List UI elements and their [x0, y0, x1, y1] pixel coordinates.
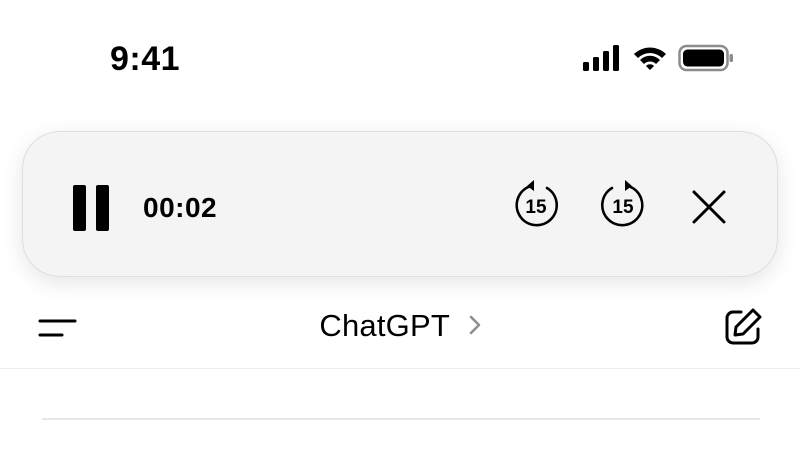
pause-icon-bar	[96, 185, 109, 231]
close-icon	[692, 190, 726, 224]
rewind-15-button[interactable]: 15	[511, 180, 561, 230]
new-chat-icon	[725, 308, 762, 345]
page-title: ChatGPT	[319, 308, 450, 343]
wifi-icon	[632, 45, 668, 71]
app-screen: 9:41 00:02 15 15 ChatGPT	[0, 0, 800, 450]
rewind-seconds-label: 15	[525, 197, 547, 218]
forward-15-button[interactable]: 15	[598, 180, 648, 230]
new-chat-button[interactable]	[722, 306, 764, 348]
pause-button[interactable]	[73, 185, 109, 231]
cellular-signal-icon	[582, 45, 622, 71]
chevron-right-icon	[469, 307, 481, 343]
content-divider	[42, 418, 760, 420]
status-icons	[582, 44, 734, 72]
nav-bar: ChatGPT	[0, 290, 800, 369]
status-time: 9:41	[110, 40, 181, 78]
battery-icon	[678, 44, 734, 72]
close-button[interactable]	[691, 189, 727, 225]
pause-icon	[73, 185, 86, 231]
elapsed-time: 00:02	[143, 192, 218, 223]
status-bar: 9:41	[0, 0, 800, 110]
forward-seconds-label: 15	[612, 197, 634, 218]
audio-player: 00:02 15 15	[22, 131, 778, 277]
model-selector[interactable]: ChatGPT	[0, 308, 800, 344]
